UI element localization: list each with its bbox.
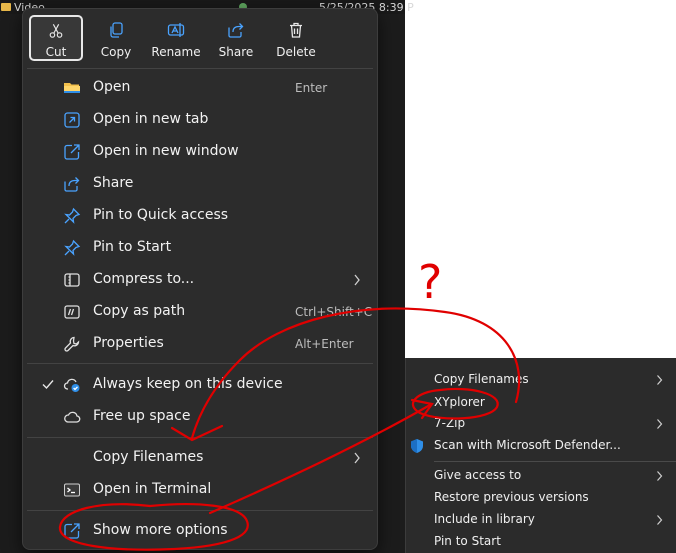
menu-item-show-more-options[interactable]: Show more options [27, 515, 373, 547]
folder-open-icon [64, 83, 80, 93]
menu-item-share[interactable]: Share [27, 168, 373, 200]
menu-item-properties[interactable]: Properties Alt+Enter [27, 328, 373, 360]
menu-item-label: Copy Filenames [434, 372, 529, 386]
new-window-icon [64, 144, 80, 160]
chevron-right-icon [354, 452, 360, 464]
shortcut-text: Enter [295, 81, 328, 95]
separator [27, 510, 373, 511]
menu-item-open-new-tab[interactable]: Open in new tab [27, 104, 373, 136]
cut-button[interactable]: Cut [29, 15, 83, 61]
menu-item-open-terminal[interactable]: Open in Terminal [27, 474, 373, 506]
menu-item-label: Share [93, 175, 134, 191]
chevron-right-icon [657, 515, 663, 525]
chevron-right-icon [657, 375, 663, 385]
pin-icon [64, 239, 81, 256]
classic-item-pin-start[interactable]: Pin to Start [406, 531, 676, 553]
menu-item-label: Free up space [93, 408, 191, 424]
context-menu: Cut Copy Rename Share Delete Open Enter … [22, 8, 378, 550]
menu-item-open[interactable]: Open Enter [27, 72, 373, 104]
terminal-icon [64, 483, 80, 497]
rename-button[interactable]: Rename [149, 15, 203, 61]
delete-label: Delete [276, 45, 316, 59]
shortcut-text: Ctrl+Shift+C [295, 305, 373, 319]
chevron-right-icon [657, 471, 663, 481]
menu-item-label: Properties [93, 335, 164, 351]
classic-item-include-library[interactable]: Include in library [406, 509, 676, 531]
menu-item-always-keep[interactable]: Always keep on this device [27, 369, 373, 401]
menu-item-label: Always keep on this device [93, 376, 283, 392]
menu-item-label: Pin to Quick access [93, 207, 229, 223]
separator [27, 363, 373, 364]
menu-item-label: Compress to... [93, 271, 195, 287]
show-more-icon [64, 523, 80, 539]
menu-item-label: Include in library [434, 512, 535, 526]
classic-item-xyplorer[interactable]: XYplorer [406, 392, 676, 414]
copy-button[interactable]: Copy [89, 15, 143, 61]
cloud-check-icon [63, 378, 80, 392]
share-button[interactable]: Share [209, 15, 263, 61]
chevron-right-icon [657, 419, 663, 429]
separator [27, 68, 373, 69]
menu-item-label: Give access to [434, 468, 522, 482]
classic-item-copy-filenames[interactable]: Copy Filenames [406, 369, 676, 391]
delete-button[interactable]: Delete [269, 15, 323, 61]
menu-item-label: Open in new window [93, 143, 239, 159]
menu-item-label: 7-Zip [434, 416, 466, 430]
quick-actions-bar: Cut Copy Rename Share Delete [23, 9, 377, 69]
separator [27, 437, 373, 438]
menu-item-label: Copy as path [93, 303, 186, 319]
menu-item-copy-as-path[interactable]: Copy as path Ctrl+Shift+C [27, 296, 373, 328]
share-icon [228, 23, 244, 38]
shield-icon [411, 439, 423, 453]
annotation-question-mark: ? [418, 255, 442, 309]
menu-item-label: XYplorer [434, 395, 485, 409]
wrench-icon [64, 336, 80, 352]
copy-path-icon [64, 305, 80, 319]
menu-item-free-up-space[interactable]: Free up space [27, 401, 373, 433]
menu-item-label: Pin to Start [434, 534, 501, 548]
shortcut-text: Alt+Enter [295, 337, 354, 351]
menu-item-copy-filenames[interactable]: Copy Filenames [27, 442, 373, 474]
pin-icon [64, 207, 81, 224]
classic-context-menu: Copy Filenames XYplorer 7-Zip Scan with … [405, 358, 676, 553]
classic-item-scan-defender[interactable]: Scan with Microsoft Defender... [406, 435, 676, 457]
menu-item-compress[interactable]: Compress to... [27, 264, 373, 296]
share-icon [64, 177, 80, 192]
menu-item-pin-quick-access[interactable]: Pin to Quick access [27, 200, 373, 232]
menu-item-label: Open in Terminal [93, 481, 212, 497]
chevron-right-icon [354, 274, 360, 286]
copy-icon [110, 22, 123, 38]
scissors-icon [49, 24, 63, 38]
new-tab-icon [64, 112, 80, 128]
menu-item-pin-start[interactable]: Pin to Start [27, 232, 373, 264]
checkmark-icon [42, 380, 54, 390]
menu-item-label: Pin to Start [93, 239, 172, 255]
classic-item-7zip[interactable]: 7-Zip [406, 413, 676, 435]
classic-item-restore-versions[interactable]: Restore previous versions [406, 487, 676, 509]
archive-icon [64, 273, 80, 287]
cut-label: Cut [45, 45, 67, 59]
separator [434, 461, 676, 462]
menu-item-label: Open [93, 79, 131, 95]
menu-item-label: Show more options [93, 522, 228, 538]
menu-item-open-new-window[interactable]: Open in new window [27, 136, 373, 168]
menu-item-label: Open in new tab [93, 111, 209, 127]
menu-item-label: Restore previous versions [434, 490, 589, 504]
rename-label: Rename [151, 45, 201, 59]
cloud-icon [64, 411, 81, 423]
menu-item-label: Scan with Microsoft Defender... [434, 438, 621, 452]
trash-icon [290, 22, 302, 38]
menu-item-label: Copy Filenames [93, 449, 204, 465]
share-label: Share [218, 45, 254, 59]
rename-icon [167, 23, 185, 37]
copy-label: Copy [100, 45, 132, 59]
folder-icon [1, 3, 11, 11]
classic-item-give-access[interactable]: Give access to [406, 465, 676, 487]
